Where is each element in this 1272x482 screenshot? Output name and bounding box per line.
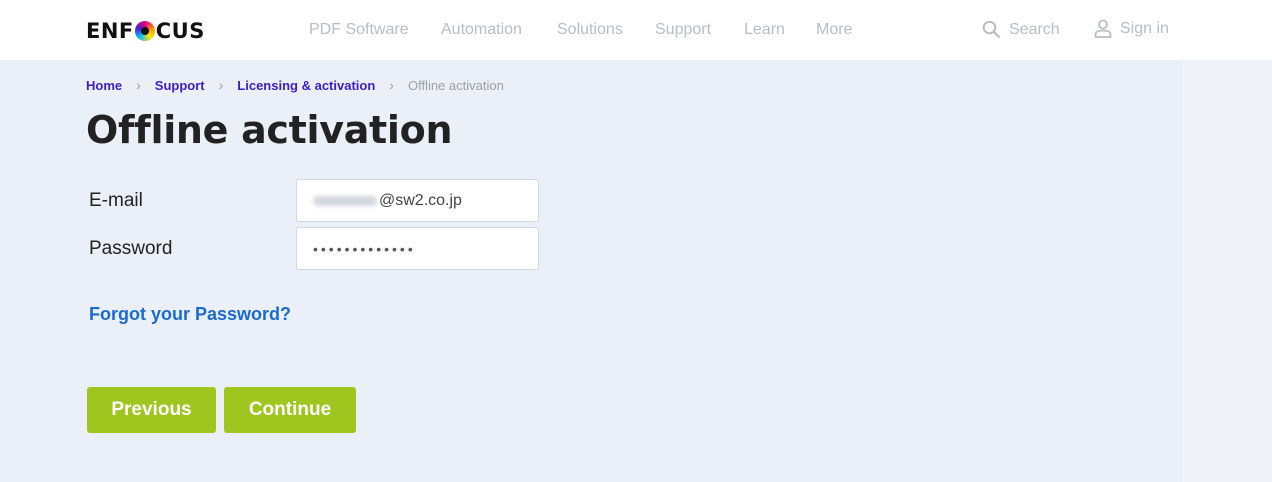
breadcrumb-home[interactable]: Home xyxy=(86,78,122,93)
forgot-password-link[interactable]: Forgot your Password? xyxy=(89,304,291,325)
right-gutter xyxy=(1182,60,1272,482)
breadcrumb-current: Offline activation xyxy=(407,77,504,93)
user-icon xyxy=(1094,19,1112,38)
search-label: Search xyxy=(1009,20,1060,38)
logo-text-left: ENF xyxy=(86,19,134,43)
search-icon xyxy=(982,20,1001,39)
password-label: Password xyxy=(89,238,173,259)
chevron-right-icon: › xyxy=(136,77,141,93)
redacted-email-name xyxy=(313,195,377,206)
enfocus-logo[interactable]: ENF CUS xyxy=(86,19,205,43)
sign-in-button[interactable]: Sign in xyxy=(1094,19,1169,38)
nav-more[interactable]: More xyxy=(816,21,852,39)
page-title: Offline activation xyxy=(86,108,453,152)
main-content: Home › Support › Licensing & activation … xyxy=(0,60,1272,482)
breadcrumb: Home › Support › Licensing & activation … xyxy=(86,77,504,93)
chevron-right-icon: › xyxy=(218,77,224,93)
email-field[interactable]: @sw2.co.jp xyxy=(296,179,539,222)
email-field-value: @sw2.co.jp xyxy=(379,191,462,209)
search-button[interactable]: Search xyxy=(982,20,1060,39)
password-field[interactable]: ••••••••••••• xyxy=(296,227,539,270)
nav-automation[interactable]: Automation xyxy=(441,21,522,39)
chevron-right-icon: › xyxy=(389,77,394,93)
previous-button[interactable]: Previous xyxy=(87,387,216,433)
logo-ring-icon xyxy=(134,21,155,41)
password-field-value: ••••••••••••• xyxy=(313,240,416,257)
nav-pdf-software[interactable]: PDF Software xyxy=(309,21,409,39)
email-label: E-mail xyxy=(89,190,143,211)
continue-button[interactable]: Continue xyxy=(224,387,356,433)
nav-learn[interactable]: Learn xyxy=(744,21,785,39)
breadcrumb-support[interactable]: Support xyxy=(155,78,205,93)
breadcrumb-licensing-activation[interactable]: Licensing & activation xyxy=(237,78,375,93)
nav-support[interactable]: Support xyxy=(655,21,711,39)
nav-solutions[interactable]: Solutions xyxy=(557,21,623,39)
top-navigation-bar: ENF CUS PDF Software Automation Solution… xyxy=(0,0,1272,60)
sign-in-label: Sign in xyxy=(1120,19,1169,37)
logo-text-right: CUS xyxy=(155,19,205,43)
